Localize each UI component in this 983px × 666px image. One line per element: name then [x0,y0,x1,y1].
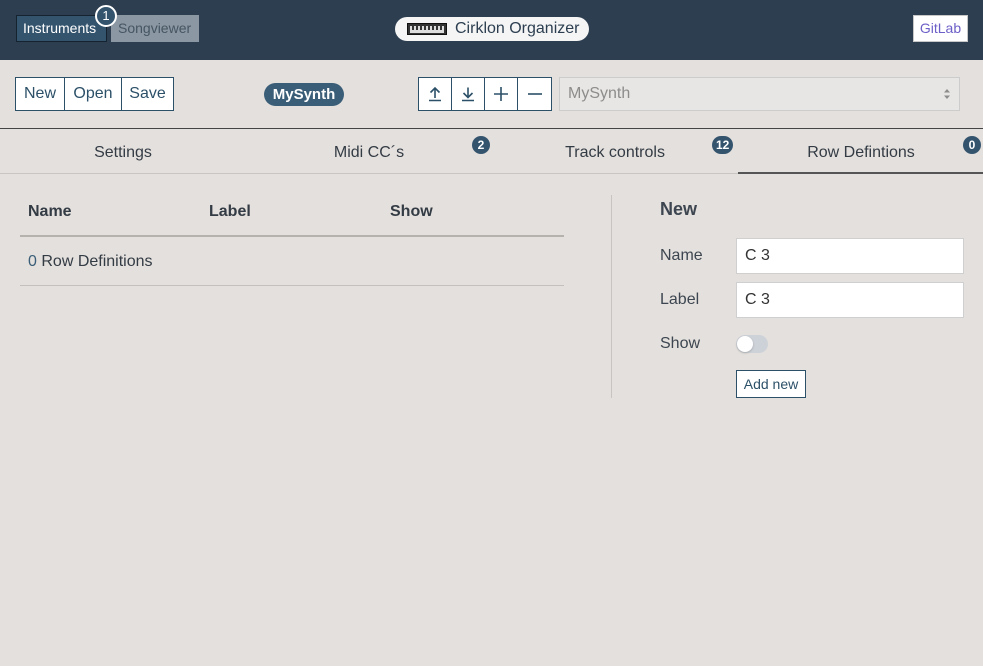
add-instrument-button[interactable] [485,78,518,110]
column-header-name: Name [28,203,72,220]
tab-bar: Settings Midi CC´s Track controls Row De… [0,129,983,174]
row-definitions-count: 0 Row Definitions [28,253,153,271]
new-button[interactable]: New [16,78,65,110]
midi-cc-count-badge: 2 [472,136,490,154]
download-icon [462,87,474,102]
upload-icon [429,86,441,102]
row-count-number: 0 [28,253,37,270]
plus-icon [494,87,508,101]
tab-track-controls[interactable]: Track controls [492,129,738,173]
instrument-select[interactable]: MySynth [559,77,960,111]
app-title: Cirklon Organizer [395,17,589,41]
toggle-knob [737,336,753,352]
download-button[interactable] [452,78,485,110]
save-button[interactable]: Save [122,78,173,110]
remove-instrument-button[interactable] [518,78,551,110]
name-field-label: Name [660,247,703,264]
instrument-select-value: MySynth [568,85,631,102]
nav-instruments-button[interactable]: Instruments [16,15,107,42]
keyboard-icon [407,23,447,35]
instrument-action-group [418,77,552,111]
add-new-button[interactable]: Add new [736,370,806,398]
tab-row-definitions[interactable]: Row Defintions [738,129,983,174]
column-header-label: Label [209,203,251,220]
show-field-label: Show [660,335,701,352]
panel-divider [611,195,612,398]
row-count-label: Row Definitions [41,253,153,270]
nav-songviewer-button[interactable]: Songviewer [111,15,199,42]
column-header-show: Show [390,203,433,220]
open-button[interactable]: Open [65,78,122,110]
tab-settings[interactable]: Settings [0,129,246,173]
form-title: New [660,199,698,219]
file-button-group: New Open Save [15,77,174,111]
top-navbar: Instruments Songviewer 1 Cirklon Organiz… [0,0,983,60]
label-field-label: Label [660,291,700,308]
upload-button[interactable] [419,78,452,110]
select-arrows-icon [944,89,950,99]
current-instrument-badge: MySynth [264,83,344,106]
track-controls-count-badge: 12 [712,136,734,154]
label-input[interactable] [736,282,964,318]
app-title-text: Cirklon Organizer [455,20,580,37]
minus-icon [527,93,542,95]
row-definitions-count-badge: 0 [963,136,981,154]
gitlab-link[interactable]: GitLab [913,15,968,42]
tab-midi-cc[interactable]: Midi CC´s [246,129,492,173]
show-toggle[interactable] [736,335,768,353]
instruments-count-badge: 1 [95,5,117,27]
table-footer-divider [20,285,564,286]
name-input[interactable] [736,238,964,274]
table-header-divider [20,235,564,237]
